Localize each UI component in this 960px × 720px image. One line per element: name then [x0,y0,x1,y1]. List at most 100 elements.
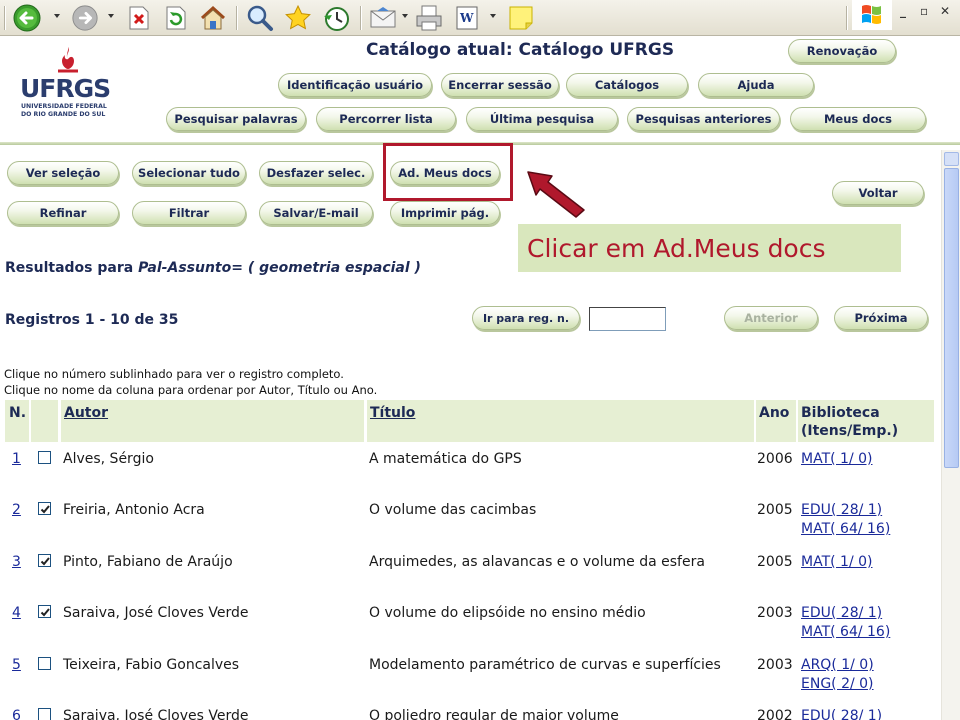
scroll-thumb[interactable] [944,168,959,468]
highlight-box [383,143,513,201]
author-cell: Saraiva, José Cloves Verde [63,605,249,621]
save-email-button[interactable]: Salvar/E-mail [259,201,373,225]
favorites-icon[interactable] [282,3,314,33]
user-id-button[interactable]: Identificação usuário [278,73,432,97]
library-link[interactable]: EDU( 28/ 1) [801,707,882,720]
previous-button[interactable]: Anterior [724,306,818,330]
select-checkbox[interactable] [38,605,51,618]
print-page-button[interactable]: Imprimir pág. [390,201,500,225]
library-link[interactable]: MAT( 1/ 0) [801,450,872,469]
restore-button[interactable]: ▫ [920,4,928,18]
home-icon[interactable] [198,3,228,33]
forward-dropdown-icon[interactable] [108,14,114,18]
toolbar-separator [846,6,847,30]
select-all-button[interactable]: Selecionar tudo [132,161,246,185]
library-link[interactable]: ENG( 2/ 0) [801,675,874,694]
library-link[interactable]: MAT( 1/ 0) [801,553,872,572]
year-cell: 2003 [757,605,793,621]
mail-icon[interactable] [368,3,400,33]
title-cell: A matemática do GPS [369,451,522,467]
flame-icon [58,47,78,73]
view-selection-button[interactable]: Ver seleção [7,161,119,185]
select-checkbox[interactable] [38,451,51,464]
record-number-link[interactable]: 2 [12,501,21,520]
undo-selection-button[interactable]: Desfazer selec. [259,161,373,185]
next-button[interactable]: Próxima [834,306,928,330]
print-icon[interactable] [412,3,446,33]
browse-list-button[interactable]: Percorrer lista [316,107,456,131]
red-arrow-icon [527,171,585,218]
library-link[interactable]: ARQ( 1/ 0) [801,656,874,675]
back-dropdown-icon[interactable] [54,14,60,18]
toolbar-grip [4,6,5,30]
history-icon[interactable] [320,3,352,33]
column-header-title-bg [367,400,754,442]
mail-dropdown-icon[interactable] [402,14,408,18]
minimize-button[interactable]: _ [900,4,906,18]
column-header-library-line-2: (Itens/Emp.) [801,423,899,439]
search-words-button[interactable]: Pesquisar palavras [166,107,306,131]
column-header-check-bg [31,400,58,442]
browser-toolbar: W _ ▫ ✕ [0,0,960,36]
logo-subtitle-line-1: UNIVERSIDADE FEDERAL [21,103,107,110]
checkmark-icon [40,557,50,566]
select-checkbox[interactable] [38,554,51,567]
scroll-up-button[interactable] [944,152,959,166]
library-link[interactable]: EDU( 28/ 1) [801,501,882,520]
previous-searches-button[interactable]: Pesquisas anteriores [627,107,780,131]
column-header-author[interactable]: Autor [64,404,108,422]
goto-record-button[interactable]: Ir para reg. n. [472,306,580,330]
logo-wordmark: UFRGS [20,74,111,103]
author-cell: Saraiva, José Cloves Verde [63,708,249,720]
library-link[interactable]: MAT( 64/ 16) [801,520,890,539]
results-prefix: Resultados para [5,260,139,276]
last-search-button[interactable]: Última pesquisa [466,107,618,131]
column-header-year[interactable]: Ano [759,404,789,422]
records-count: Registros 1 - 10 de 35 [5,312,179,328]
year-cell: 2005 [757,502,793,518]
record-number-link[interactable]: 6 [12,707,21,720]
select-checkbox[interactable] [38,708,51,720]
back-icon[interactable] [10,3,44,33]
refresh-icon[interactable] [162,3,190,33]
end-session-button[interactable]: Encerrar sessão [441,73,559,97]
record-number-link[interactable]: 1 [12,450,21,469]
goto-record-input[interactable] [589,307,666,331]
results-heading: Resultados para Pal-Assunto= ( geometria… [5,260,421,276]
help-button[interactable]: Ajuda [698,73,814,97]
record-number-link[interactable]: 3 [12,553,21,572]
results-query: Pal-Assunto= ( geometria espacial ) [138,260,421,276]
filter-button[interactable]: Filtrar [132,201,246,225]
select-checkbox[interactable] [38,657,51,670]
hint-text: Clique no nome da coluna para ordenar po… [4,383,378,397]
select-checkbox[interactable] [38,502,51,515]
title-cell: O volume das cacimbas [369,502,537,518]
forward-icon[interactable] [68,3,102,33]
title-cell: O volume do elipsóide no ensino médio [369,605,646,621]
toolbar-separator [236,6,237,30]
column-header-title[interactable]: Título [370,404,415,422]
author-cell: Pinto, Fabiano de Araújo [63,554,233,570]
library-link[interactable]: EDU( 28/ 1) [801,604,882,623]
hint-text: Clique no número sublinhado para ver o r… [4,367,344,381]
author-cell: Alves, Sérgio [63,451,154,467]
record-number-link[interactable]: 5 [12,656,21,675]
title-cell: Arquimedes, as alavancas e o volume da e… [369,554,705,570]
search-icon[interactable] [244,3,276,33]
catalogs-button[interactable]: Catálogos [566,73,688,97]
record-number-link[interactable]: 4 [12,604,21,623]
renew-button[interactable]: Renovação [788,39,896,63]
close-button[interactable]: ✕ [940,4,950,18]
title-cell: O poliedro regular de maior volume [369,708,619,720]
refine-button[interactable]: Refinar [7,201,119,225]
year-cell: 2003 [757,657,793,673]
checkmark-icon [40,608,50,617]
notes-icon[interactable] [506,3,536,33]
word-dropdown-icon[interactable] [490,14,496,18]
word-icon[interactable]: W [454,3,480,33]
my-docs-button[interactable]: Meus docs [790,107,926,131]
title-cell: Modelamento paramétrico de curvas e supe… [369,657,721,673]
back-button[interactable]: Voltar [832,181,924,205]
stop-icon[interactable] [126,3,152,33]
library-link[interactable]: MAT( 64/ 16) [801,623,890,642]
